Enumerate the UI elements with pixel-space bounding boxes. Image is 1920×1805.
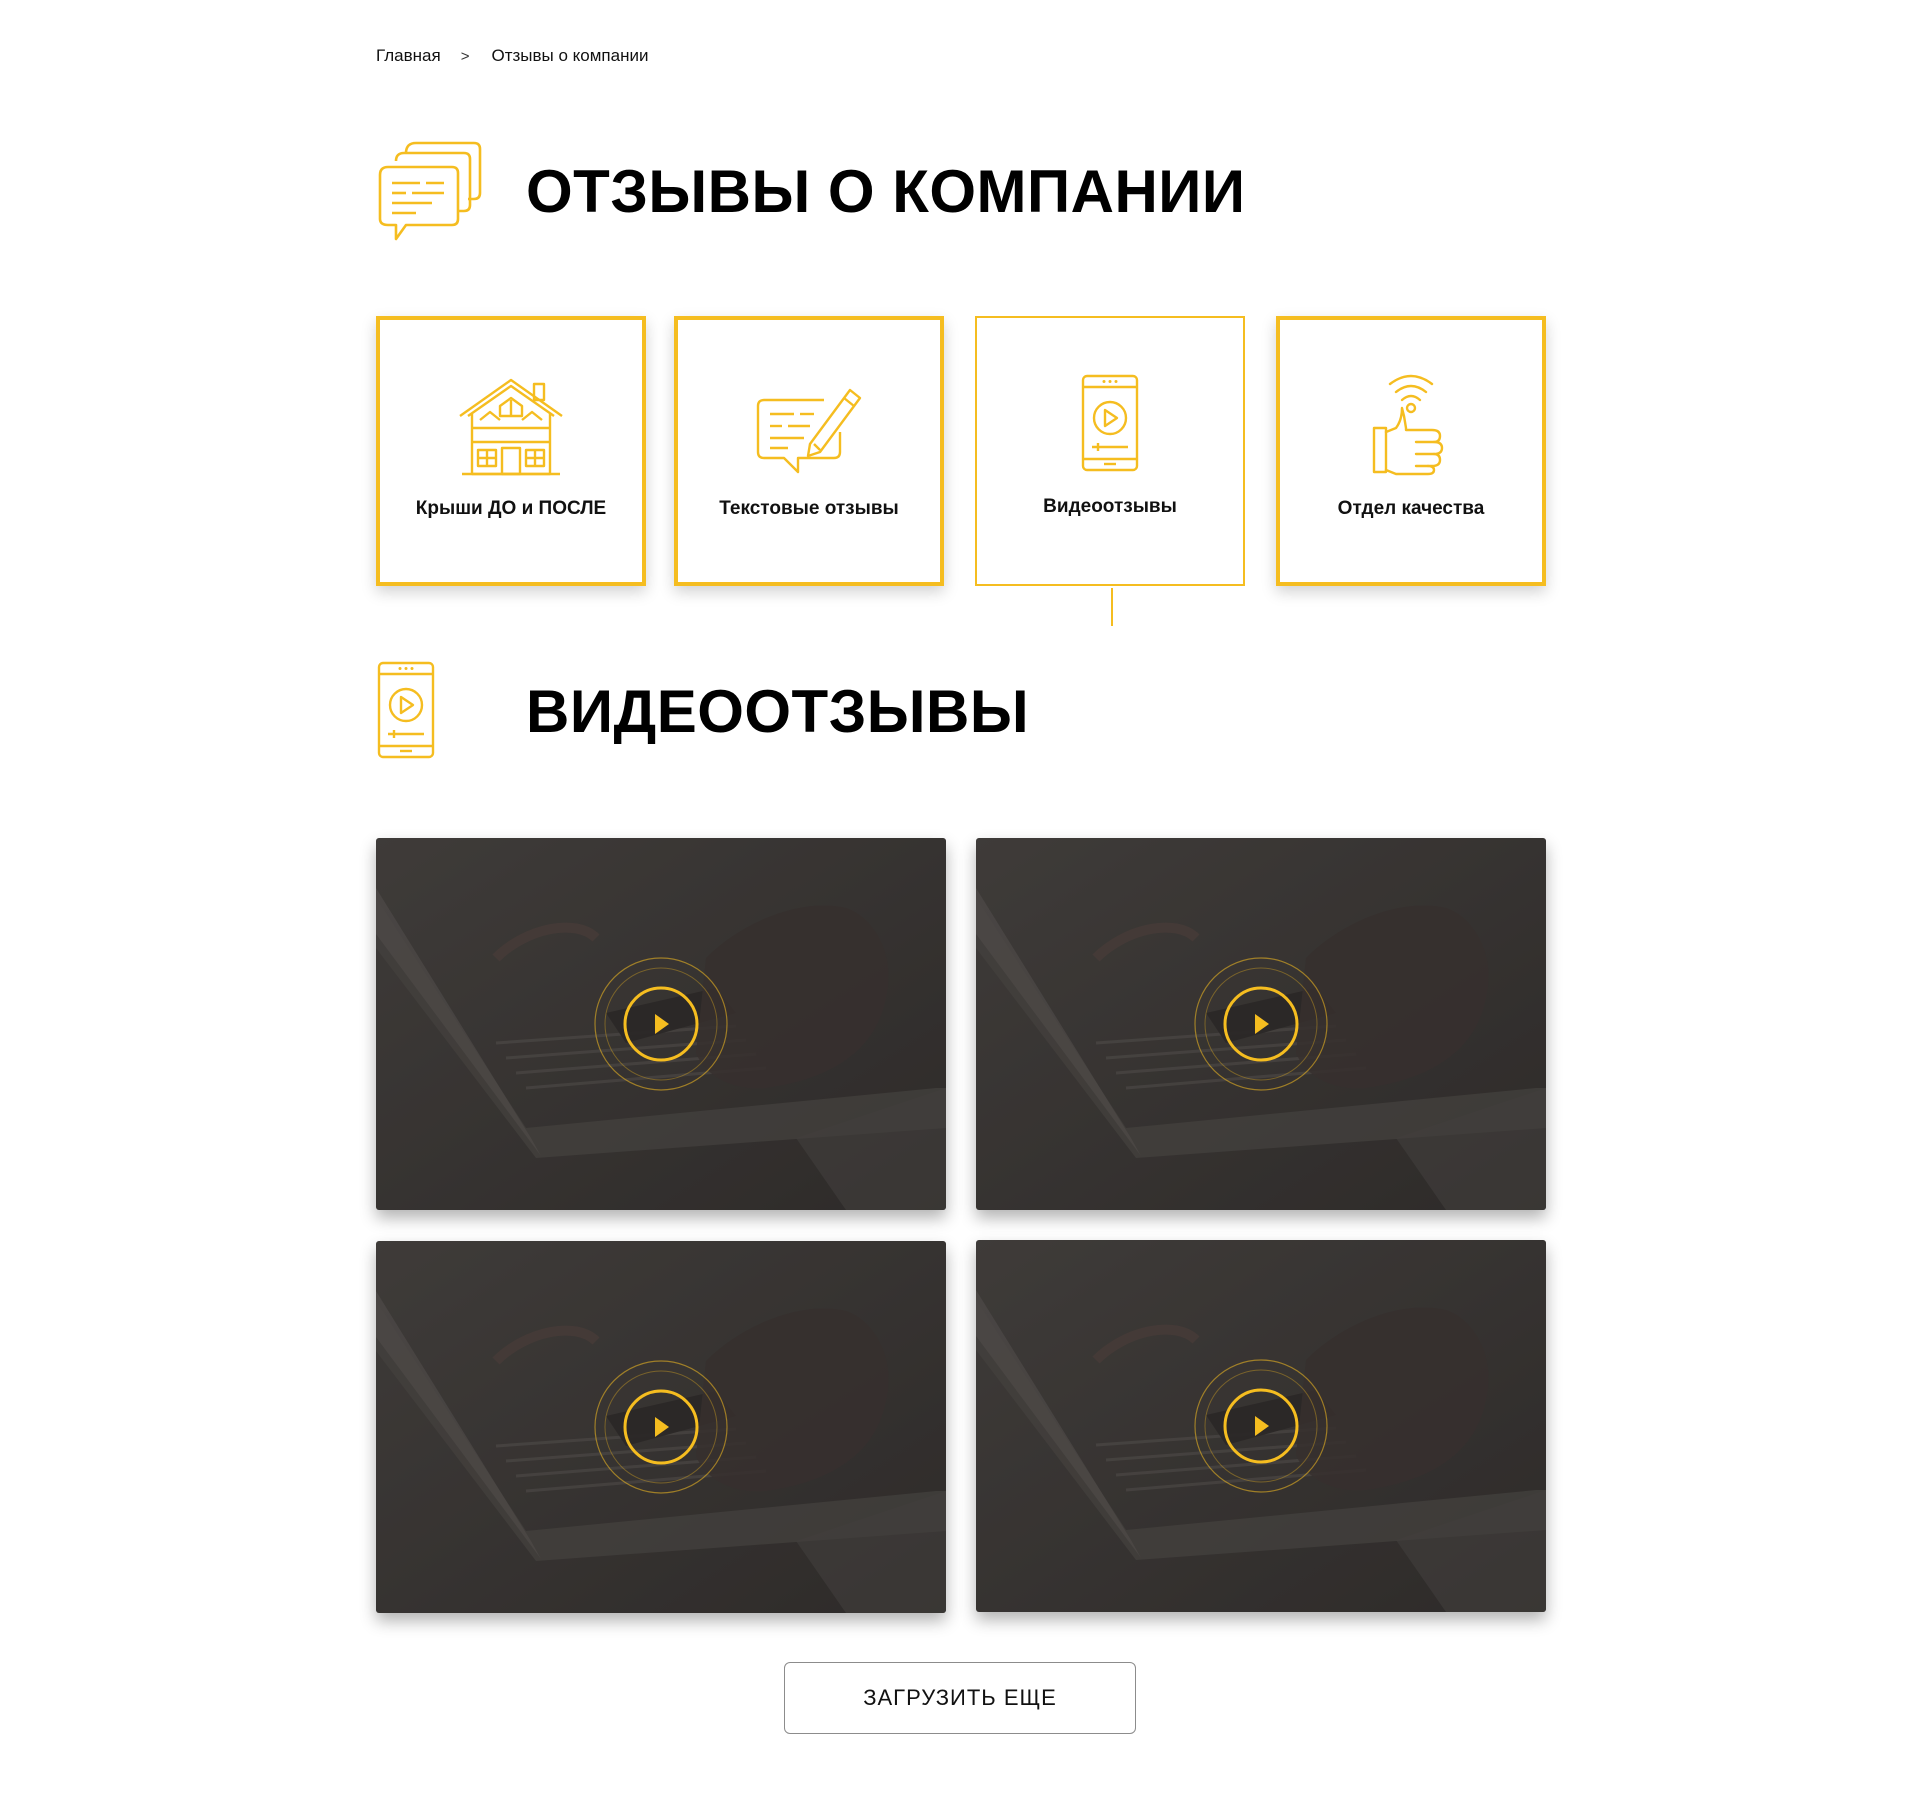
category-label: Видеоотзывы (1043, 496, 1177, 517)
play-icon[interactable] (593, 956, 729, 1092)
category-card-quality-dept[interactable]: Отдел качества (1276, 316, 1546, 586)
category-card-video-reviews[interactable]: Видеоотзывы (975, 316, 1245, 586)
category-tabs: Крыши ДО и ПОСЛЕ Текстовые отзывы Видеоо… (376, 316, 1548, 588)
section-title: ВИДЕООТЗЫВЫ (526, 678, 1030, 745)
play-icon[interactable] (593, 1359, 729, 1495)
category-label: Крыши ДО и ПОСЛЕ (415, 498, 607, 519)
category-label: Отдел качества (1337, 498, 1485, 519)
breadcrumb: Главная > Отзывы о компании (376, 46, 648, 66)
play-icon[interactable] (1193, 956, 1329, 1092)
play-icon[interactable] (1193, 1358, 1329, 1494)
video-thumbnail[interactable] (376, 1241, 946, 1613)
phone-video-icon (1081, 374, 1139, 472)
house-icon (459, 378, 563, 476)
category-label: Текстовые отзывы (719, 498, 899, 519)
video-thumbnail[interactable] (976, 1240, 1546, 1612)
message-pencil-icon (756, 388, 862, 474)
chat-bubbles-icon (378, 141, 482, 241)
video-thumbnail[interactable] (376, 838, 946, 1210)
breadcrumb-separator: > (460, 47, 470, 65)
category-card-text-reviews[interactable]: Текстовые отзывы (674, 316, 944, 586)
load-more-button[interactable]: ЗАГРУЗИТЬ ЕЩЕ (784, 1662, 1136, 1734)
category-card-roofs[interactable]: Крыши ДО и ПОСЛЕ (376, 316, 646, 586)
thumbs-up-signal-icon (1372, 374, 1444, 476)
page-title: ОТЗЫВЫ О КОМПАНИИ (526, 158, 1246, 225)
active-tab-connector (1111, 588, 1113, 626)
breadcrumb-home-link[interactable]: Главная (376, 46, 441, 66)
phone-video-icon (377, 661, 435, 759)
video-thumbnail[interactable] (976, 838, 1546, 1210)
breadcrumb-current: Отзывы о компании (491, 46, 649, 65)
